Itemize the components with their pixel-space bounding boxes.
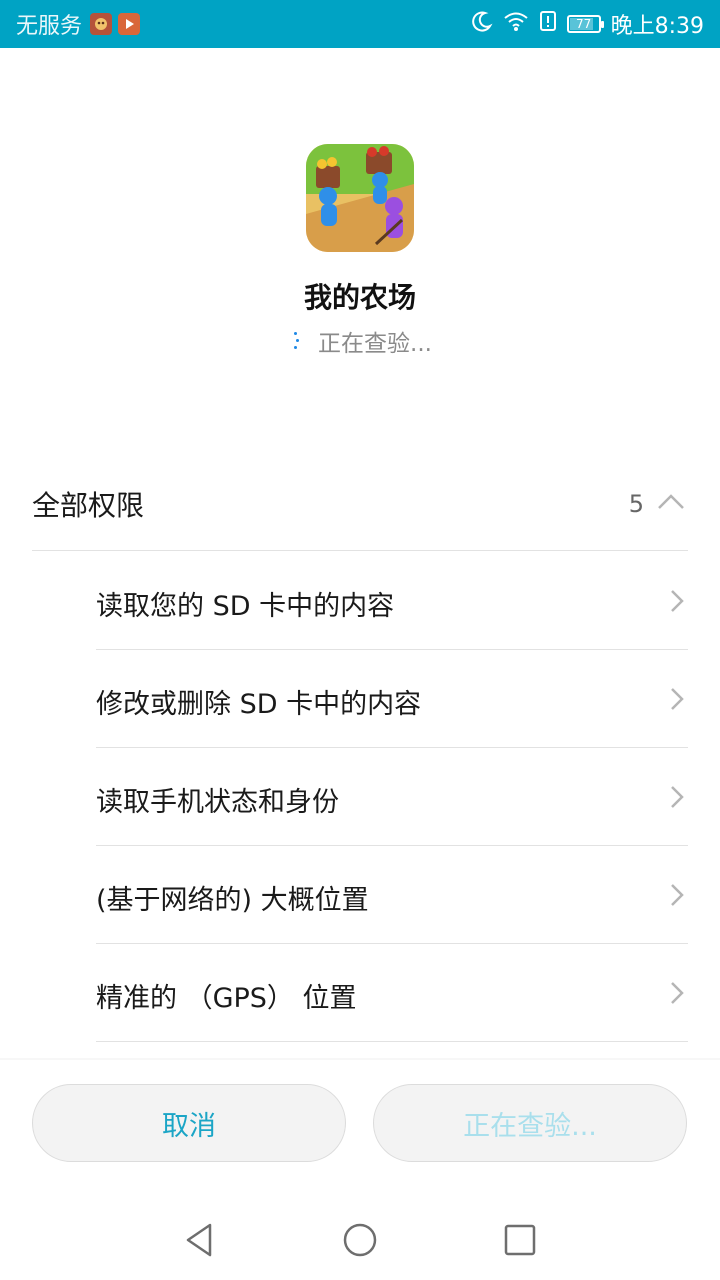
chevron-right-icon <box>668 784 686 810</box>
loading-spinner-icon <box>288 330 302 352</box>
navigation-bar <box>0 1200 720 1280</box>
permission-item[interactable]: 精准的 （GPS） 位置 <box>96 944 688 1042</box>
permission-label: 读取您的 SD 卡中的内容 <box>96 591 395 622</box>
video-notification-icon <box>118 13 141 35</box>
permission-item[interactable]: 读取您的 SD 卡中的内容 <box>96 552 688 650</box>
recent-apps-icon[interactable] <box>500 1220 540 1260</box>
permission-item[interactable]: 修改或删除 SD 卡中的内容 <box>96 650 688 748</box>
permissions-list: 读取您的 SD 卡中的内容 修改或删除 SD 卡中的内容 读取手机状态和身份 (… <box>96 552 688 1042</box>
verify-status-text: 正在查验... <box>318 331 432 357</box>
battery-level: 77 <box>575 17 592 31</box>
clock: 晚上8:39 <box>610 14 704 39</box>
status-right: 77 晚上8:39 <box>461 0 704 48</box>
status-left: 无服务 <box>16 0 146 48</box>
status-bar: 无服务 77 晚上8:39 <box>0 0 720 48</box>
app-name: 我的农场 <box>303 281 416 314</box>
permissions-count: 5 <box>628 490 644 518</box>
chevron-right-icon <box>668 588 686 614</box>
permission-label: (基于网络的) 大概位置 <box>96 885 369 916</box>
wifi-icon <box>503 10 529 38</box>
install-button: 正在查验... <box>373 1084 687 1162</box>
battery-icon: 77 <box>566 15 604 33</box>
permissions-header[interactable]: 全部权限 5 <box>32 438 688 551</box>
chevron-right-icon <box>668 882 686 908</box>
verify-status: 正在查验... <box>0 324 720 358</box>
permission-label: 精准的 （GPS） 位置 <box>96 983 357 1014</box>
permissions-section: 全部权限 5 读取您的 SD 卡中的内容 修改或删除 SD 卡中的内容 读取手机… <box>0 438 720 1058</box>
chevron-right-icon <box>668 686 686 712</box>
chevron-right-icon <box>668 980 686 1006</box>
cancel-button[interactable]: 取消 <box>32 1084 346 1162</box>
permission-item[interactable]: 读取手机状态和身份 <box>96 748 688 846</box>
permission-label: 修改或删除 SD 卡中的内容 <box>96 689 422 720</box>
moon-icon <box>471 10 493 38</box>
app-header: 我的农场 正在查验... <box>0 48 720 438</box>
alert-icon <box>539 10 557 38</box>
permission-label: 读取手机状态和身份 <box>96 787 339 818</box>
permission-item[interactable]: (基于网络的) 大概位置 <box>96 846 688 944</box>
app-notification-icon <box>90 13 113 35</box>
home-icon[interactable] <box>340 1220 380 1260</box>
carrier-text: 无服务 <box>16 14 83 39</box>
app-icon <box>306 144 414 252</box>
chevron-up-icon[interactable] <box>656 490 686 514</box>
action-bar: 取消 正在查验... <box>0 1060 720 1200</box>
back-icon[interactable] <box>180 1220 220 1260</box>
permissions-title: 全部权限 <box>32 489 145 522</box>
